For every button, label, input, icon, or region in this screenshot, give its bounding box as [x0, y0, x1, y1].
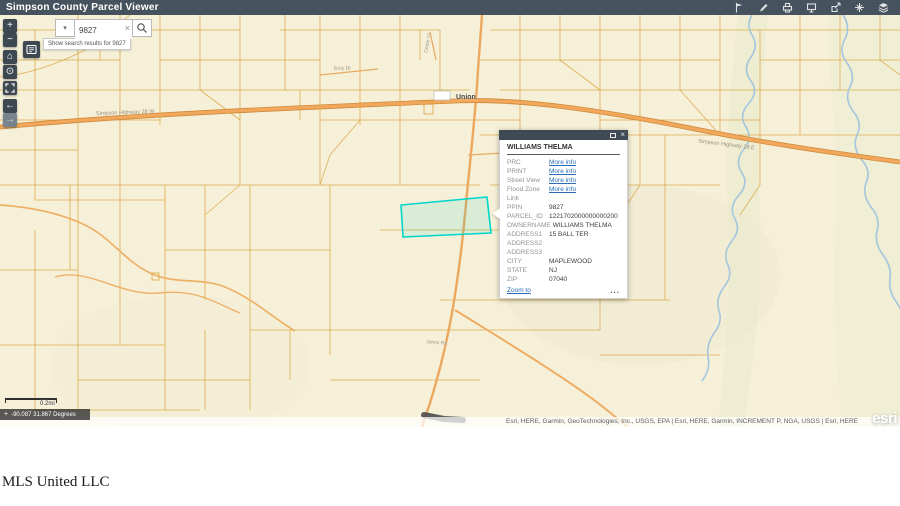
- field-label: ZIP: [507, 275, 549, 284]
- popup-field-row: STATENJ: [507, 266, 620, 275]
- search-field-wrap: ×: [74, 19, 133, 37]
- popup-field-row: CITYMAPLEWOOD: [507, 257, 620, 266]
- slides-icon: [806, 2, 817, 13]
- field-label: OWNERNAME: [507, 221, 553, 230]
- expand-icon: [5, 83, 15, 93]
- slides-tool-button[interactable]: [805, 1, 818, 14]
- search-input[interactable]: [75, 23, 132, 39]
- app-header: Simpson County Parcel Viewer: [0, 0, 900, 15]
- crosshair-icon: +: [4, 409, 8, 420]
- header-toolbar: [733, 1, 900, 14]
- map-canvas[interactable]: [0, 15, 900, 427]
- popup-field-row: PRCMore info: [507, 158, 620, 167]
- esri-logo: esri: [872, 410, 897, 427]
- maximize-icon[interactable]: [610, 133, 616, 138]
- chevron-down-icon: ▾: [63, 24, 67, 32]
- close-icon[interactable]: ×: [620, 130, 625, 140]
- select-tool-button[interactable]: [853, 1, 866, 14]
- field-value: WILLIAMS THELMA: [553, 221, 612, 230]
- search-source-dropdown[interactable]: ▾: [55, 19, 75, 37]
- map-viewport: Union Simpson Highway 28 W Simpson Highw…: [0, 15, 900, 427]
- app-root: Simpson County Parcel Viewer: [0, 0, 900, 506]
- popup-field-row: PPIN9827: [507, 203, 620, 212]
- divider: [507, 154, 620, 155]
- popup-footer: Zoom to ...: [507, 287, 620, 294]
- zoom-out-button[interactable]: −: [3, 33, 17, 47]
- popup-field-row: Street ViewMore info: [507, 176, 620, 185]
- field-label: ADDRESS2: [507, 239, 549, 248]
- draw-icon: [758, 2, 769, 13]
- popup-field-row: ZIP07040: [507, 275, 620, 284]
- search-button[interactable]: [132, 19, 152, 37]
- coordinates-text: -90.087 31.867 Degrees: [11, 412, 76, 418]
- field-more-info-link[interactable]: More info: [549, 167, 576, 176]
- popup-field-row: PRINTMore info: [507, 167, 620, 176]
- search-suggestion[interactable]: Show search results for 9827: [43, 38, 131, 50]
- field-label: PPIN: [507, 203, 549, 212]
- forward-extent-button[interactable]: →: [3, 113, 17, 127]
- popup-title: WILLIAMS THELMA: [507, 144, 620, 154]
- field-value: MAPLEWOOD: [549, 257, 592, 266]
- popup-field-row: ADDRESS2: [507, 239, 620, 248]
- field-label: ADDRESS3: [507, 248, 549, 257]
- field-value: 9827: [549, 203, 563, 212]
- more-actions-button[interactable]: ...: [610, 288, 620, 293]
- footer-area: MLS United LLC: [0, 427, 900, 506]
- select-icon: [854, 2, 865, 13]
- field-label: Street View: [507, 176, 549, 185]
- field-label: PRINT: [507, 167, 549, 176]
- home-button[interactable]: ⌂: [3, 50, 17, 64]
- clear-search-icon[interactable]: ×: [125, 23, 130, 34]
- field-label: Flood Zone Link: [507, 185, 549, 203]
- back-extent-button[interactable]: ←: [3, 99, 17, 113]
- widget-panel-button[interactable]: [23, 41, 40, 58]
- field-label: ADDRESS1: [507, 230, 549, 239]
- field-label: STATE: [507, 266, 549, 275]
- share-tool-button[interactable]: [829, 1, 842, 14]
- measure-tool-button[interactable]: [733, 1, 746, 14]
- draw-tool-button[interactable]: [757, 1, 770, 14]
- popup-titlebar: ×: [499, 130, 628, 140]
- field-more-info-link[interactable]: More info: [549, 158, 576, 167]
- popup-field-list: PRCMore infoPRINTMore infoStreet ViewMor…: [507, 158, 620, 284]
- app-title: Simpson County Parcel Viewer: [0, 0, 159, 15]
- field-label: PARCEL_ID: [507, 212, 549, 221]
- map-attribution: Esri, HERE, Garmin, GeoTechnologies, Inc…: [0, 417, 900, 427]
- scale-label: 0.2mi: [40, 401, 55, 407]
- share-icon: [830, 2, 841, 13]
- search-icon: [136, 22, 148, 34]
- popup-field-row: ADDRESS115 BALL TER: [507, 230, 620, 239]
- print-tool-button[interactable]: [781, 1, 794, 14]
- popup-field-row: ADDRESS3: [507, 248, 620, 257]
- parcel-popup: × WILLIAMS THELMA PRCMore infoPRINTMore …: [499, 130, 628, 299]
- layers-tool-button[interactable]: [877, 1, 890, 14]
- measure-icon: [734, 2, 745, 13]
- coordinate-readout: + -90.087 31.867 Degrees: [0, 409, 90, 420]
- field-value: NJ: [549, 266, 557, 275]
- panel-widget-icon: [26, 44, 37, 55]
- field-value: 07040: [549, 275, 567, 284]
- layers-icon: [878, 2, 889, 13]
- field-label: CITY: [507, 257, 549, 266]
- locate-button[interactable]: ⊙: [3, 65, 17, 79]
- mls-label: MLS United LLC: [2, 474, 110, 491]
- full-extent-button[interactable]: [3, 81, 17, 95]
- zoom-to-link[interactable]: Zoom to: [507, 287, 531, 294]
- popup-field-row: Flood Zone LinkMore info: [507, 185, 620, 203]
- field-value: 15 BALL TER: [549, 230, 588, 239]
- popup-field-row: OWNERNAMEWILLIAMS THELMA: [507, 221, 620, 230]
- popup-body: WILLIAMS THELMA PRCMore infoPRINTMore in…: [499, 140, 628, 299]
- field-more-info-link[interactable]: More info: [549, 176, 576, 185]
- popup-field-row: PARCEL_ID1221702000000000200: [507, 212, 620, 221]
- field-label: PRC: [507, 158, 549, 167]
- field-more-info-link[interactable]: More info: [549, 185, 576, 203]
- field-value: 1221702000000000200: [549, 212, 618, 221]
- print-icon: [782, 2, 793, 13]
- zoom-in-button[interactable]: +: [3, 19, 17, 33]
- selected-parcel[interactable]: [401, 197, 491, 237]
